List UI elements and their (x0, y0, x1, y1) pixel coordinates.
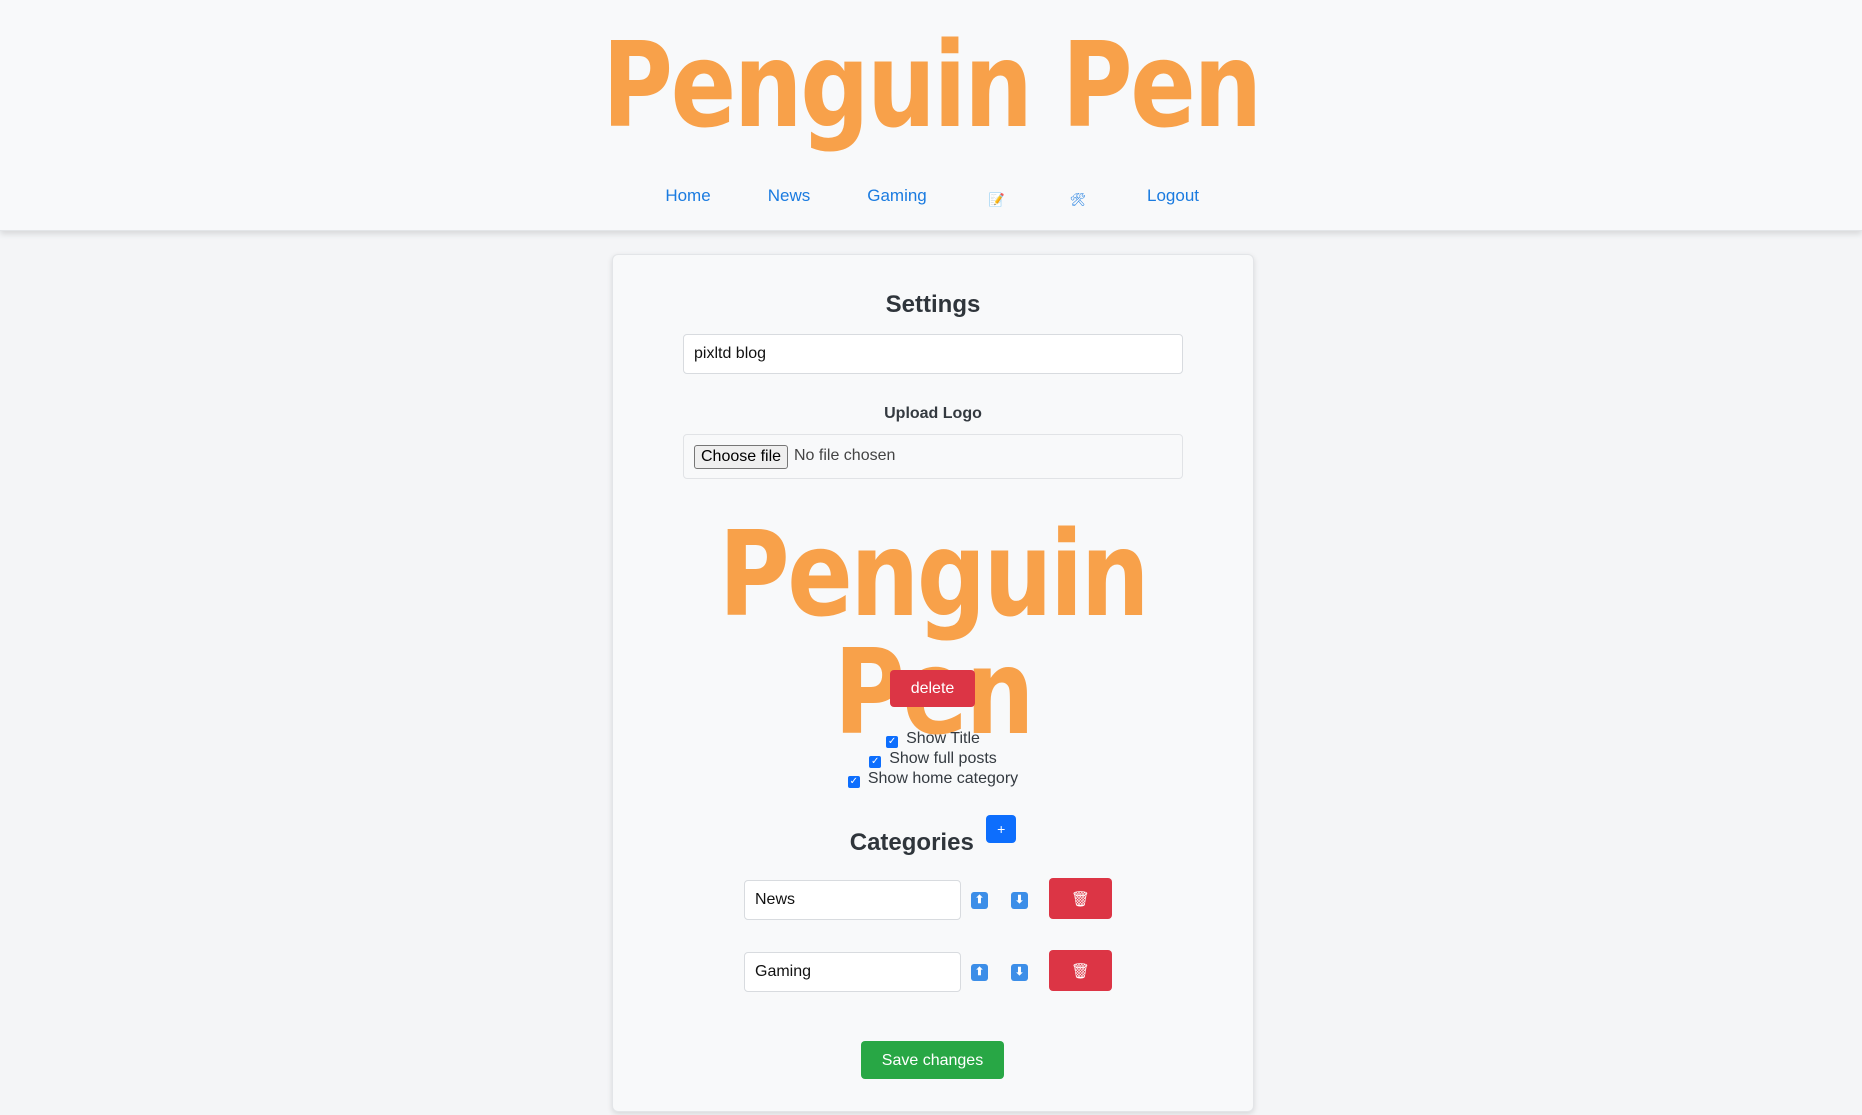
choose-file-button[interactable]: Choose file (694, 445, 789, 469)
nav-home[interactable]: Home (665, 186, 710, 206)
display-options: ✓ Show Title ✓ Show full posts ✓ Show home … (613, 729, 1253, 789)
file-status: No file chosen (794, 447, 896, 464)
main-nav: Home News Gaming 📝 🛠 Logout (0, 186, 1862, 210)
option-label: Show full posts (889, 750, 997, 767)
logo-file-input[interactable]: Choose file No file chosen (683, 434, 1183, 479)
checkbox-show-full-posts[interactable]: ✓ (869, 756, 882, 768)
categories-title: Categories (849, 829, 974, 856)
edit-icon[interactable]: 📝 (989, 192, 1005, 208)
move-up-icon[interactable]: ⬆ (971, 964, 988, 981)
settings-panel: Settings Upload Logo Choose file No file… (612, 254, 1254, 1112)
nav-news[interactable]: News (768, 186, 811, 206)
add-category-button[interactable]: + (986, 815, 1017, 843)
option-label: Show home category (867, 770, 1019, 787)
category-name-input[interactable] (744, 880, 961, 920)
site-logo[interactable]: Penguin Pen (168, 26, 1695, 144)
option-show-full-posts[interactable]: ✓ Show full posts (613, 749, 1253, 769)
move-down-icon[interactable]: ⬇ (1011, 964, 1028, 981)
upload-logo-label: Upload Logo (884, 405, 982, 422)
delete-logo-button[interactable]: delete (890, 670, 975, 707)
category-name-input[interactable] (744, 952, 961, 992)
categories-header: Categories + (613, 815, 1253, 861)
checkbox-show-title[interactable]: ✓ (886, 736, 899, 748)
delete-category-button[interactable]: 🗑 (1049, 950, 1112, 991)
option-show-title[interactable]: ✓ Show Title (613, 729, 1253, 749)
move-up-icon[interactable]: ⬆ (971, 892, 988, 909)
logo-preview: Penguin Pen (718, 505, 1150, 751)
site-header: Penguin Pen Home News Gaming 📝 🛠 Logout (0, 0, 1862, 231)
settings-title: Settings (885, 291, 981, 318)
option-label: Show Title (906, 730, 980, 747)
nav-logout[interactable]: Logout (1147, 186, 1199, 206)
option-show-home-category[interactable]: ✓ Show home category (613, 769, 1253, 789)
checkbox-show-home-category[interactable]: ✓ (847, 776, 860, 788)
nav-gaming[interactable]: Gaming (867, 186, 927, 206)
save-changes-button[interactable]: Save changes (861, 1041, 1004, 1079)
move-down-icon[interactable]: ⬇ (1011, 892, 1028, 909)
tools-icon[interactable]: 🛠 (1070, 192, 1087, 208)
delete-category-button[interactable]: 🗑 (1049, 878, 1112, 919)
blog-name-input[interactable] (683, 334, 1183, 374)
